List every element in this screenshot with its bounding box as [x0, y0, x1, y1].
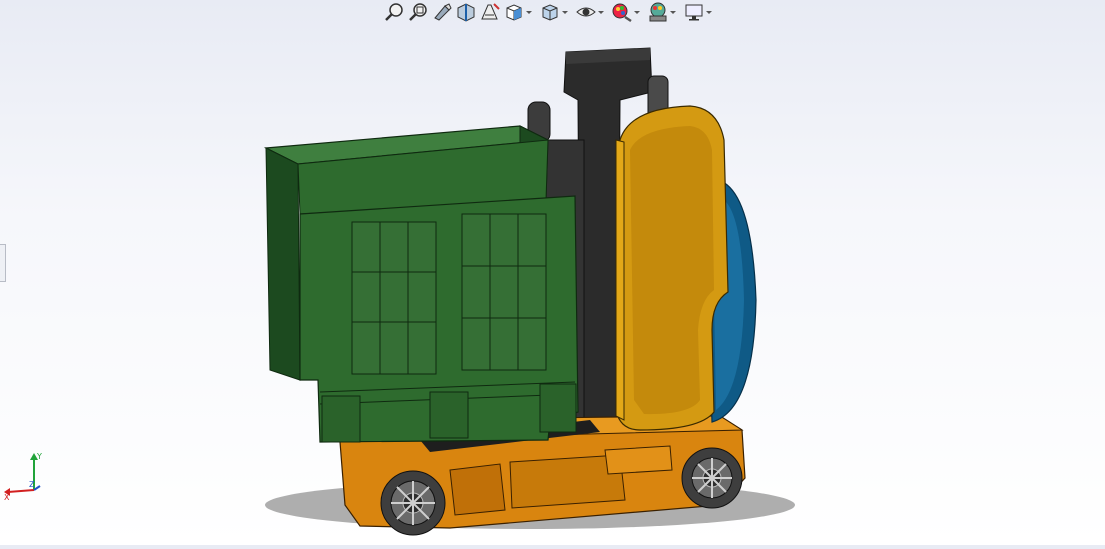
model-render — [263, 47, 795, 536]
reference-triad: Y X Z — [2, 450, 52, 502]
zoom-to-fit-icon[interactable] — [383, 1, 405, 23]
hide-show-items-dropdown-icon[interactable] — [597, 1, 605, 23]
apply-scene-dropdown-icon[interactable] — [669, 1, 677, 23]
apply-scene-icon[interactable] — [647, 1, 669, 23]
edit-appearance-dropdown-icon[interactable] — [633, 1, 641, 23]
front-wheel — [380, 470, 446, 536]
view-settings-dropdown-icon[interactable] — [705, 1, 713, 23]
storage-bin — [263, 125, 579, 443]
x-axis-label: X — [4, 493, 10, 500]
x-axis — [7, 489, 35, 493]
operator-cabin — [615, 105, 729, 431]
dynamic-annotation-views-icon[interactable] — [479, 1, 501, 23]
zoom-to-area-icon[interactable] — [407, 1, 429, 23]
heads-up-view-toolbar — [383, 0, 717, 24]
y-axis-label: Y — [36, 452, 42, 461]
edit-appearance-icon[interactable] — [611, 1, 633, 23]
graphics-area[interactable] — [0, 0, 1105, 545]
z-axis-label: Z — [29, 480, 35, 489]
view-orientation-icon[interactable] — [503, 1, 525, 23]
previous-view-icon[interactable] — [431, 1, 453, 23]
display-style-icon[interactable] — [539, 1, 561, 23]
view-orientation-dropdown-icon[interactable] — [525, 1, 533, 23]
rear-wheel — [681, 447, 743, 509]
view-settings-icon[interactable] — [683, 1, 705, 23]
section-view-icon[interactable] — [455, 1, 477, 23]
hide-show-items-icon[interactable] — [575, 1, 597, 23]
feature-manager-expand-tab[interactable] — [0, 244, 6, 282]
display-style-dropdown-icon[interactable] — [561, 1, 569, 23]
